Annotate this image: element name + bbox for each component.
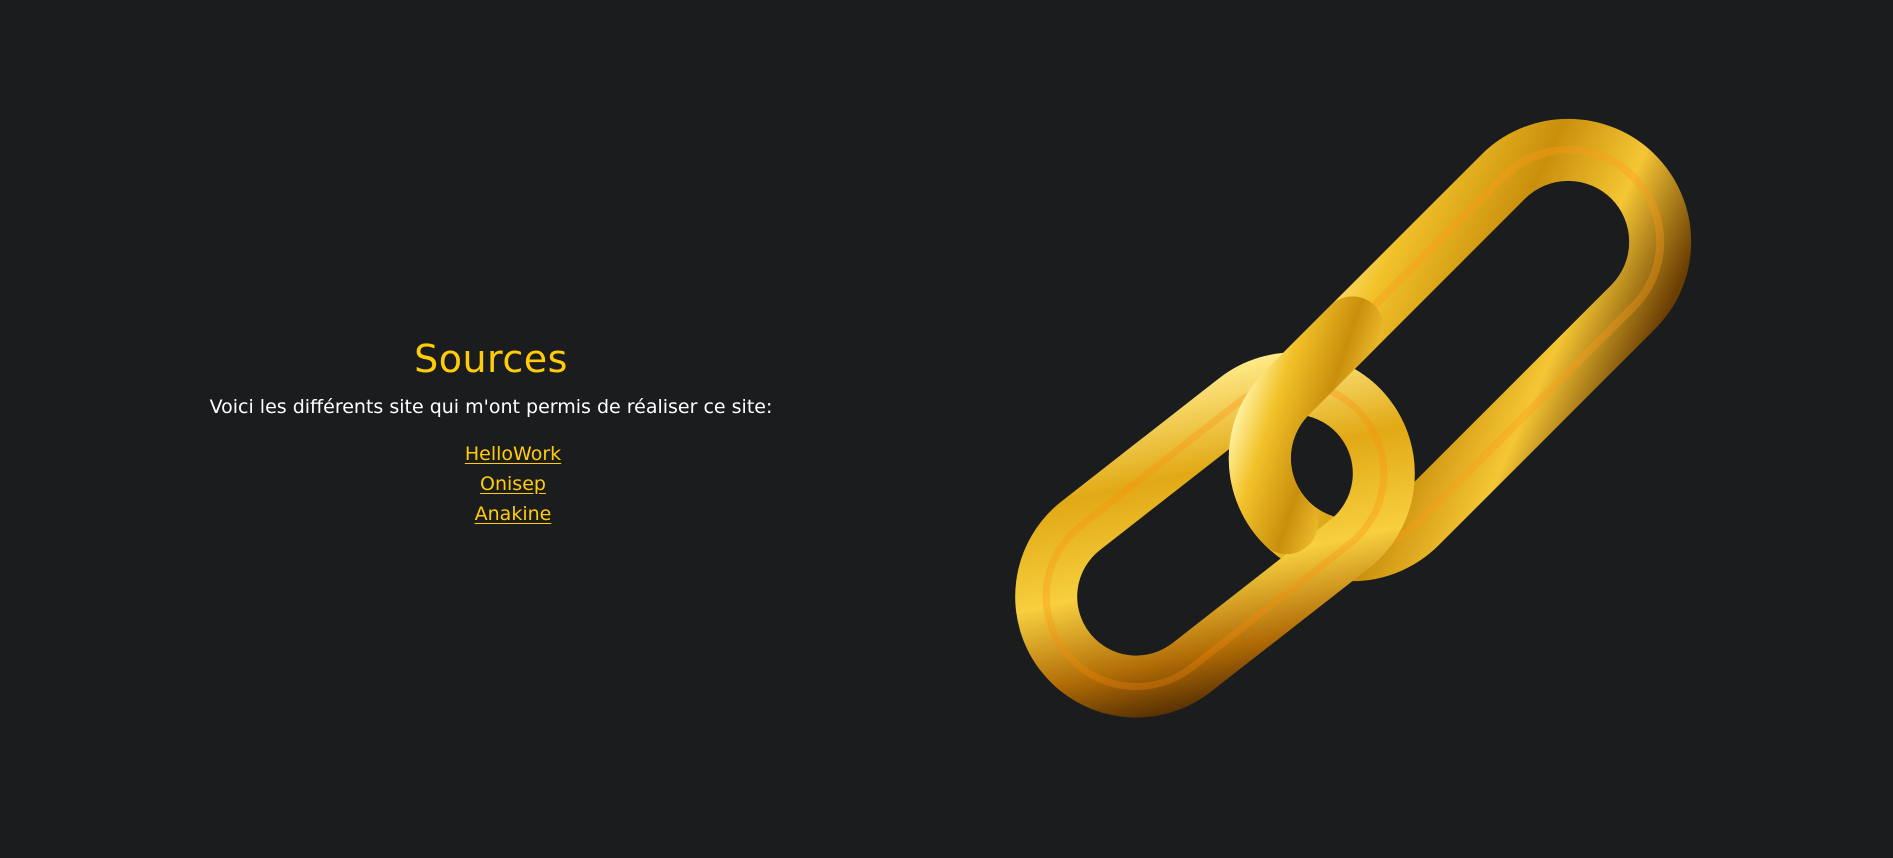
- link-onisep[interactable]: Onisep: [480, 473, 546, 495]
- intro-text: Voici les différents site qui m'ont perm…: [209, 396, 773, 418]
- page-title: Sources: [414, 337, 568, 381]
- link-hellowork[interactable]: HelloWork: [465, 443, 561, 465]
- sources-page: Sources Voici les différents site qui m'…: [0, 0, 1893, 858]
- sources-section: Sources Voici les différents site qui m'…: [0, 335, 982, 529]
- list-item: Anakine: [22, 499, 1004, 529]
- list-item: Onisep: [22, 469, 1004, 499]
- gold-chain-icon: [1015, 118, 1692, 718]
- list-item: HelloWork: [22, 439, 1004, 469]
- link-anakine[interactable]: Anakine: [475, 503, 552, 525]
- source-links-list: HelloWork Onisep Anakine: [22, 439, 1004, 529]
